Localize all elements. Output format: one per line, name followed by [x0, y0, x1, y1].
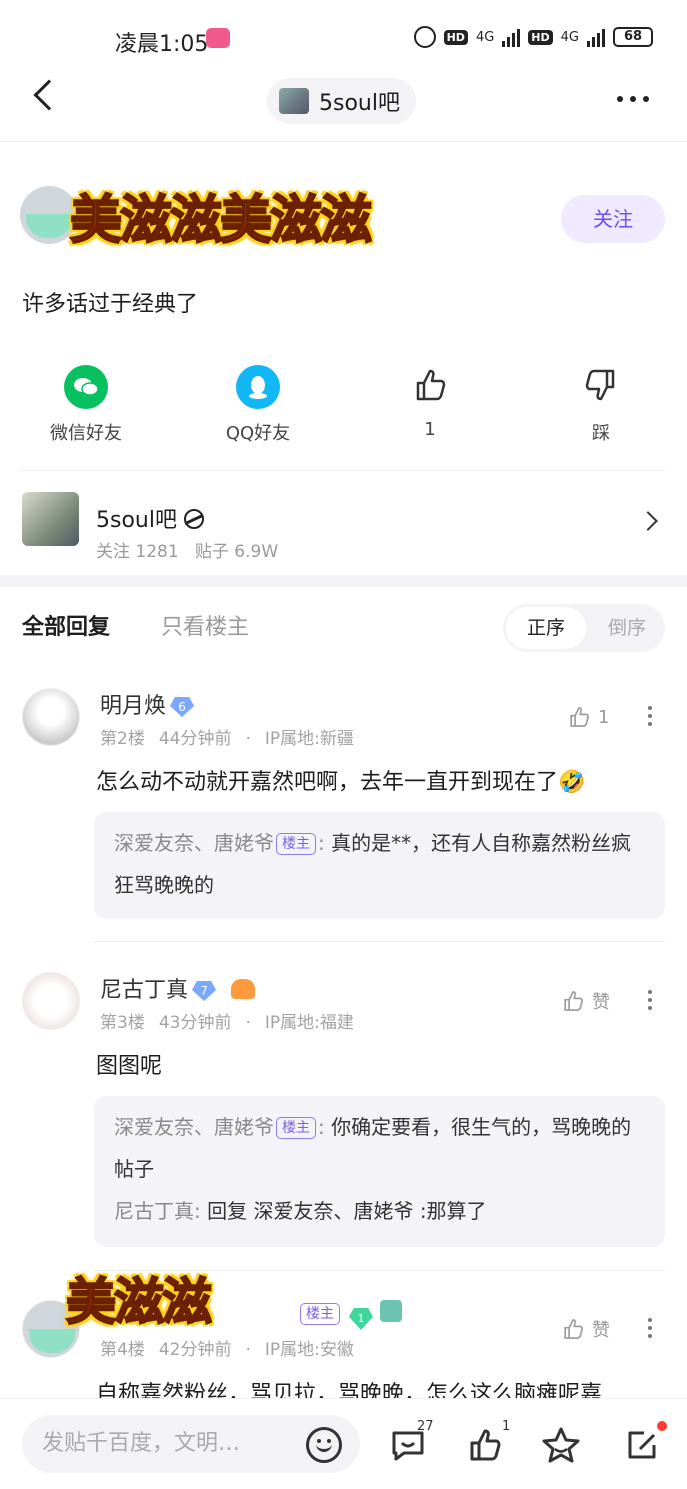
comment-more-icon[interactable] — [648, 706, 652, 726]
comment-avatar[interactable] — [22, 972, 80, 1030]
section-gap — [0, 575, 687, 587]
like-count: 1 — [424, 419, 436, 440]
dislike-label: 踩 — [592, 423, 610, 444]
comment-like-button[interactable]: 赞 — [560, 1316, 610, 1342]
share-wechat-button[interactable]: 微信好友 — [26, 365, 146, 445]
sub-reply: 尼古丁真: 回复 深爱友奈、唐姥爷 :那算了 — [114, 1199, 487, 1223]
comment-author[interactable]: 明月焕 6 — [100, 688, 195, 720]
level-badge-icon: 6 — [170, 697, 195, 717]
thumb-up-icon[interactable] — [466, 1425, 506, 1465]
status-time: 凌晨1:05 — [115, 32, 209, 57]
comment-body: 自称嘉然粉丝，骂贝拉，骂晚晚，怎么这么脑瘫呢嘉 — [96, 1382, 603, 1398]
order-desc-option[interactable]: 倒序 — [591, 607, 663, 649]
forum-badge-icon — [183, 509, 204, 529]
share-qq-label: QQ好友 — [225, 423, 291, 444]
divider — [22, 470, 665, 471]
network-label-2: 4G — [560, 29, 579, 45]
comment-meta: 第3楼 43分钟前 · IP属地:福建 — [100, 1013, 354, 1033]
comment-like-button[interactable]: 1 — [566, 704, 609, 730]
like-button[interactable]: 1 — [370, 365, 490, 440]
top-nav: 5soul吧 — [0, 70, 687, 142]
battery-icon: 68 — [613, 27, 653, 47]
post-content: 许多话过于经典了 — [22, 292, 199, 317]
status-icons: HD 4G HD 4G 68 — [413, 26, 653, 48]
sub-reply-box[interactable]: 深爱友奈、唐姥爷 楼主: 真的是**，还有人自称嘉然粉丝疯狂骂晚晚的 — [94, 812, 665, 919]
author-name-sticker: 美滋滋 — [65, 1271, 213, 1332]
forum-card-stats: 关注 1281 贴子 6.9W — [96, 542, 279, 562]
tab-all-replies[interactable]: 全部回复 — [22, 609, 110, 641]
chevron-right-icon[interactable] — [638, 511, 658, 531]
signal-icon-2 — [587, 27, 605, 47]
thumb-up-icon — [410, 365, 450, 409]
share-wechat-label: 微信好友 — [50, 423, 122, 444]
notification-dot — [657, 1421, 667, 1431]
forum-title: 5soul吧 — [319, 91, 400, 116]
comment-like-button[interactable]: 赞 — [560, 988, 610, 1014]
medal-icon — [231, 979, 256, 999]
share-qq-button[interactable]: QQ好友 — [198, 365, 318, 445]
comment-more-icon[interactable] — [648, 1318, 652, 1338]
order-asc-option[interactable]: 正序 — [506, 607, 586, 649]
sub-reply: 深爱友奈、唐姥爷 楼主: 你确定要看，很生气的，骂晚晚的帖子 — [114, 1115, 632, 1181]
comment-author-badges: 楼主 1 — [298, 1300, 402, 1330]
signal-icon — [502, 27, 521, 47]
tab-owner-only[interactable]: 只看楼主 — [161, 609, 249, 641]
back-arrow-icon[interactable] — [33, 79, 65, 111]
level-badge-icon: 7 — [192, 981, 217, 1001]
share-icon[interactable] — [624, 1425, 664, 1465]
comment-author[interactable]: 尼古丁真 7 — [100, 972, 256, 1004]
dislike-button[interactable]: 踩 — [541, 365, 661, 445]
comment-body: 怎么动不动就开嘉然吧啊，去年一直开到现在了🤣 — [96, 770, 586, 795]
follow-button[interactable]: 关注 — [561, 195, 665, 243]
status-bar: 凌晨1:05 HD 4G HD 4G 68 — [0, 0, 687, 80]
bottom-bar: 发贴千百度，文明… 27 1 — [0, 1398, 687, 1489]
star-icon[interactable] — [541, 1425, 581, 1465]
forum-avatar-small — [279, 88, 309, 114]
comment-meta: 第2楼 44分钟前 · IP属地:新疆 — [100, 729, 354, 749]
bilibili-icon — [206, 28, 230, 48]
forum-card-name[interactable]: 5soul吧 — [96, 502, 204, 534]
hd-icon-2: HD — [528, 29, 553, 45]
hd-icon: HD — [443, 29, 468, 45]
comment-avatar[interactable] — [22, 688, 80, 746]
emoji-icon[interactable] — [306, 1427, 342, 1463]
qq-icon — [236, 365, 280, 409]
sub-reply-box[interactable]: 深爱友奈、唐姥爷 楼主: 你确定要看，很生气的，骂晚晚的帖子 尼古丁真: 回复 深… — [94, 1096, 665, 1247]
comment-body: 图图呢 — [96, 1054, 163, 1079]
order-switch[interactable]: 正序 倒序 — [503, 604, 665, 652]
more-menu-icon[interactable] — [617, 96, 649, 102]
owner-tag: 楼主 — [276, 833, 316, 855]
wechat-icon — [64, 365, 108, 409]
thumb-down-icon — [581, 365, 621, 409]
owner-tag: 楼主 — [276, 1117, 316, 1139]
owner-tag: 楼主 — [300, 1303, 340, 1325]
bottom-like-count: 1 — [502, 1419, 511, 1434]
forum-title-pill[interactable]: 5soul吧 — [267, 78, 416, 124]
gem-level-icon: 1 — [349, 1308, 373, 1330]
divider — [94, 941, 665, 942]
author-name-sticker: 美滋滋美滋滋 — [69, 189, 373, 252]
comment-meta: 第4楼 42分钟前 · IP属地:安徽 — [100, 1340, 354, 1360]
forum-avatar[interactable] — [22, 492, 79, 546]
network-label-1: 4G — [475, 29, 495, 45]
comment-more-icon[interactable] — [648, 990, 652, 1010]
alarm-icon — [413, 26, 436, 48]
badge-icon — [380, 1300, 402, 1322]
comment-count: 27 — [417, 1419, 434, 1434]
